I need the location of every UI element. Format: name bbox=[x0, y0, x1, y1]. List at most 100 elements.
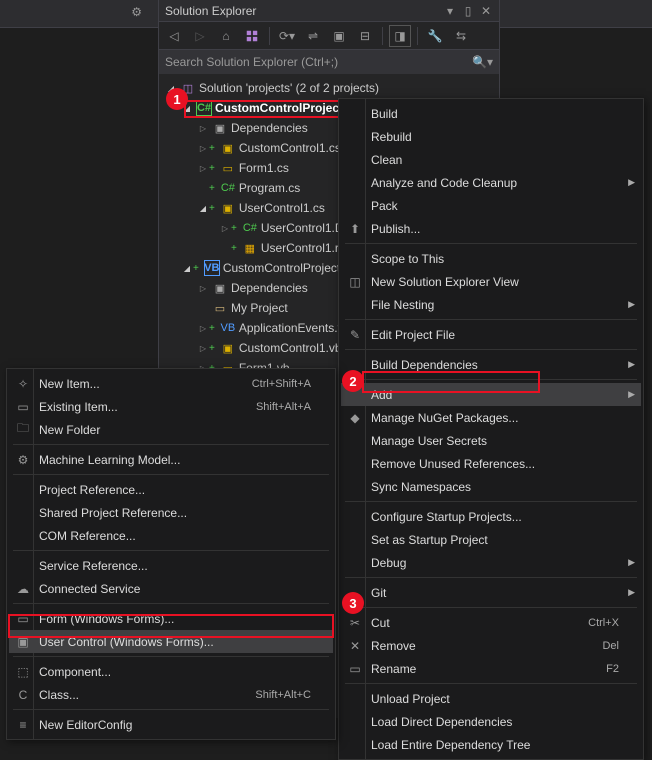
menu-item-label: User Control (Windows Forms)... bbox=[39, 635, 214, 649]
menu-separator bbox=[345, 607, 637, 608]
menu-item-debug[interactable]: Debug▶ bbox=[341, 551, 641, 574]
menu-item-analyze-and-code-cleanup[interactable]: Analyze and Code Cleanup ▶ bbox=[341, 171, 641, 194]
menu-item-pack[interactable]: Pack bbox=[341, 194, 641, 217]
menu-item-clean[interactable]: Clean bbox=[341, 148, 641, 171]
chevron-right-icon: ▶ bbox=[628, 359, 635, 370]
menu-item-label: Remove bbox=[371, 639, 416, 653]
menu-item-build[interactable]: Build bbox=[341, 102, 641, 125]
panel-titlebar: Solution Explorer ▾ ▯ ✕ bbox=[159, 0, 499, 22]
vb-project-icon: VB bbox=[204, 260, 220, 276]
menu-item-git[interactable]: Git▶ bbox=[341, 581, 641, 604]
menu-item-label: Component... bbox=[39, 665, 111, 679]
menu-item-label: Class... bbox=[39, 688, 79, 702]
menu-item-manage-nuget-packages[interactable]: ◆Manage NuGet Packages... bbox=[341, 406, 641, 429]
folder-icon: 🗀 bbox=[15, 422, 31, 438]
menu-item-edit-project-file[interactable]: ✎Edit Project File bbox=[341, 323, 641, 346]
menu-item-add[interactable]: Add▶ bbox=[341, 383, 641, 406]
menu-item-cut[interactable]: ✂CutCtrl+X bbox=[341, 611, 641, 634]
home-icon[interactable]: ⌂ bbox=[215, 25, 237, 47]
menu-item-load-direct-dependencies[interactable]: Load Direct Dependencies bbox=[341, 710, 641, 733]
menu-item-class[interactable]: CClass...Shift+Alt+C bbox=[9, 683, 333, 706]
menu-item-new-solution-explorer-view[interactable]: ◫New Solution Explorer View bbox=[341, 270, 641, 293]
menu-item-connected-service[interactable]: ☁Connected Service bbox=[9, 577, 333, 600]
fwd-icon[interactable]: ▷ bbox=[189, 25, 211, 47]
preview2-icon[interactable]: ⇆ bbox=[450, 25, 472, 47]
switch-views-icon[interactable] bbox=[241, 25, 263, 47]
menu-item-load-entire-dependency-tree[interactable]: Load Entire Dependency Tree bbox=[341, 733, 641, 756]
menu-item-label: Unload Project bbox=[371, 692, 450, 706]
menu-item-existing-item[interactable]: ▭Existing Item...Shift+Alt+A bbox=[9, 395, 333, 418]
conn-icon: ☁ bbox=[15, 581, 31, 597]
menu-item-label: Add bbox=[371, 388, 392, 402]
menu-item-label: New EditorConfig bbox=[39, 718, 132, 732]
menu-item-unload-project[interactable]: Unload Project bbox=[341, 687, 641, 710]
collapse-icon[interactable]: ⊟ bbox=[354, 25, 376, 47]
menu-separator bbox=[345, 683, 637, 684]
menu-item-service-reference[interactable]: Service Reference... bbox=[9, 554, 333, 577]
menu-item-label: Analyze and Code Cleanup bbox=[371, 176, 517, 190]
menu-separator bbox=[345, 243, 637, 244]
context-submenu-add: ✧New Item...Ctrl+Shift+A▭Existing Item..… bbox=[6, 368, 336, 740]
menu-item-publish[interactable]: ⬆Publish... bbox=[341, 217, 641, 240]
menu-item-label: Rebuild bbox=[371, 130, 412, 144]
back-icon[interactable]: ◁ bbox=[163, 25, 185, 47]
usercontrol-icon: ▣ bbox=[220, 200, 236, 216]
menu-item-remove[interactable]: ✕RemoveDel bbox=[341, 634, 641, 657]
menu-item-component[interactable]: ⬚Component... bbox=[9, 660, 333, 683]
sync-icon[interactable]: ⇌ bbox=[302, 25, 324, 47]
menu-item-label: Manage NuGet Packages... bbox=[371, 411, 518, 425]
menu-item-remove-unused-references[interactable]: Remove Unused References... bbox=[341, 452, 641, 475]
menu-shortcut: Shift+Alt+A bbox=[256, 401, 311, 413]
menu-item-label: Shared Project Reference... bbox=[39, 506, 187, 520]
pending-changes-icon[interactable]: ⟳▾ bbox=[276, 25, 298, 47]
menu-item-file-nesting[interactable]: File Nesting▶ bbox=[341, 293, 641, 316]
menu-item-new-folder[interactable]: 🗀New Folder bbox=[9, 418, 333, 441]
menu-item-set-as-startup-project[interactable]: Set as Startup Project bbox=[341, 528, 641, 551]
menu-item-machine-learning-model[interactable]: ⚙Machine Learning Model... bbox=[9, 448, 333, 471]
menu-item-com-reference[interactable]: COM Reference... bbox=[9, 524, 333, 547]
menu-item-new-item[interactable]: ✧New Item...Ctrl+Shift+A bbox=[9, 372, 333, 395]
rename-icon: ▭ bbox=[347, 661, 363, 677]
menu-shortcut: Del bbox=[602, 640, 619, 652]
pin-icon[interactable]: ▯ bbox=[461, 4, 475, 18]
myproject-icon: ▭ bbox=[212, 300, 228, 316]
menu-item-configure-startup-projects[interactable]: Configure Startup Projects... bbox=[341, 505, 641, 528]
menu-item-label: Cut bbox=[371, 616, 390, 630]
search-box[interactable]: Search Solution Explorer (Ctrl+;) 🔍▾ bbox=[159, 50, 499, 74]
chevron-right-icon: ▶ bbox=[628, 299, 635, 310]
properties-icon[interactable]: 🔧 bbox=[424, 25, 446, 47]
settings-gear-icon[interactable]: ⚙ bbox=[131, 5, 142, 19]
menu-item-form-windows-forms[interactable]: ▭Form (Windows Forms)... bbox=[9, 607, 333, 630]
menu-separator bbox=[13, 656, 329, 657]
menu-item-sync-namespaces[interactable]: Sync Namespaces bbox=[341, 475, 641, 498]
solution-node[interactable]: ◫ Solution 'projects' (2 of 2 projects) bbox=[159, 78, 499, 98]
menu-item-label: Configure Startup Projects... bbox=[371, 510, 522, 524]
menu-item-rebuild[interactable]: Rebuild bbox=[341, 125, 641, 148]
menu-item-label: Scope to This bbox=[371, 252, 444, 266]
menu-item-new-editorconfig[interactable]: ≡New EditorConfig bbox=[9, 713, 333, 736]
show-all-icon[interactable]: ▣ bbox=[328, 25, 350, 47]
menu-item-label: Git bbox=[371, 586, 386, 600]
menu-item-user-control-windows-forms[interactable]: ▣User Control (Windows Forms)... bbox=[9, 630, 333, 653]
dropdown-icon[interactable]: ▾ bbox=[443, 4, 457, 18]
menu-shortcut: Ctrl+X bbox=[588, 617, 619, 629]
menu-item-label: Form (Windows Forms)... bbox=[39, 612, 174, 626]
menu-separator bbox=[13, 709, 329, 710]
menu-item-label: New Solution Explorer View bbox=[371, 275, 519, 289]
menu-item-shared-project-reference[interactable]: Shared Project Reference... bbox=[9, 501, 333, 524]
close-icon[interactable]: ✕ bbox=[479, 4, 493, 18]
menu-item-label: New Item... bbox=[39, 377, 100, 391]
menu-item-scope-to-this[interactable]: Scope to This bbox=[341, 247, 641, 270]
menu-item-manage-user-secrets[interactable]: Manage User Secrets bbox=[341, 429, 641, 452]
preview-icon[interactable]: ◨ bbox=[389, 25, 411, 47]
menu-item-rename[interactable]: ▭RenameF2 bbox=[341, 657, 641, 680]
class-icon: C bbox=[15, 687, 31, 703]
menu-item-project-reference[interactable]: Project Reference... bbox=[9, 478, 333, 501]
menu-item-build-dependencies[interactable]: Build Dependencies▶ bbox=[341, 353, 641, 376]
menu-separator bbox=[13, 444, 329, 445]
csharp-file-icon: C# bbox=[242, 220, 258, 236]
menu-item-label: Build bbox=[371, 107, 398, 121]
menu-separator bbox=[345, 319, 637, 320]
chevron-right-icon: ▶ bbox=[628, 177, 635, 188]
menu-item-label: Manage User Secrets bbox=[371, 434, 487, 448]
